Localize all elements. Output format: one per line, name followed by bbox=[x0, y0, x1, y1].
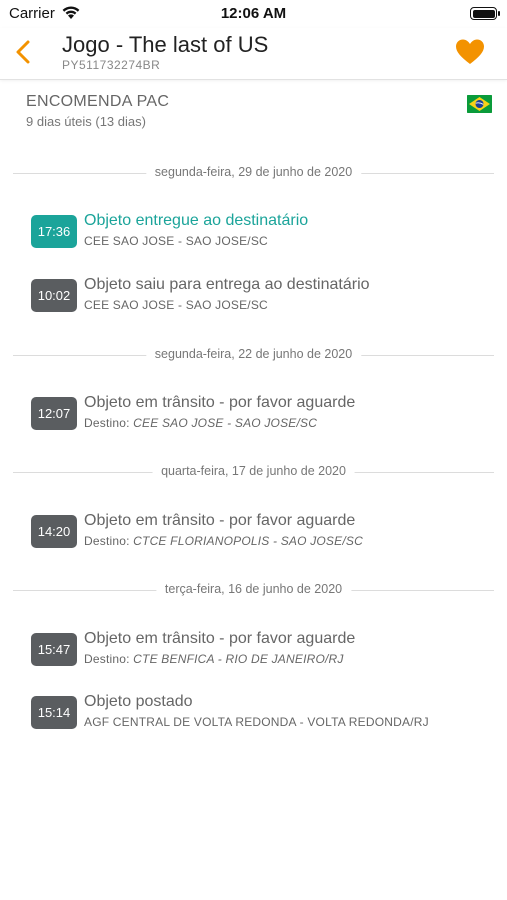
chevron-left-icon bbox=[16, 40, 30, 64]
date-label: quarta-feira, 17 de junho de 2020 bbox=[152, 464, 355, 478]
date-separator: segunda-feira, 29 de junho de 2020 bbox=[13, 165, 494, 181]
time-badge: 17:36 bbox=[31, 215, 77, 248]
date-label: segunda-feira, 29 de junho de 2020 bbox=[145, 165, 362, 179]
event-subtitle: Destino: CEE SAO JOSE - SAO JOSE/SC bbox=[84, 416, 317, 430]
event-subtitle: CEE SAO JOSE - SAO JOSE/SC bbox=[84, 234, 268, 248]
tracking-event[interactable]: 15:47 Objeto em trânsito - por favor agua… bbox=[31, 630, 496, 667]
event-subtitle: CEE SAO JOSE - SAO JOSE/SC bbox=[84, 298, 268, 312]
destination-label: Destino: bbox=[84, 416, 130, 430]
destination-label: Destino: bbox=[84, 652, 130, 666]
tracking-event[interactable]: 14:20 Objeto em trânsito - por favor agua… bbox=[31, 512, 496, 549]
heart-icon bbox=[456, 39, 484, 64]
event-title: Objeto em trânsito - por favor aguarde bbox=[84, 394, 356, 411]
time-badge: 10:02 bbox=[31, 279, 77, 312]
delivery-deadline: 9 dias úteis (13 dias) bbox=[26, 114, 146, 129]
date-separator: quarta-feira, 17 de junho de 2020 bbox=[13, 464, 494, 480]
time-badge: 15:14 bbox=[31, 696, 77, 729]
time-badge: 12:07 bbox=[31, 397, 77, 430]
tracking-event[interactable]: 12:07 Objeto em trânsito - por favor agua… bbox=[31, 394, 496, 431]
event-location: AGF CENTRAL DE VOLTA REDONDA - VOLTA RED… bbox=[84, 715, 429, 729]
event-title: Objeto entregue ao destinatário bbox=[84, 212, 309, 229]
destination-value: CTE BENFICA - RIO DE JANEIRO/RJ bbox=[133, 652, 344, 666]
status-bar: Carrier 12:06 AM bbox=[0, 0, 507, 28]
back-button[interactable] bbox=[12, 36, 38, 68]
tracking-code: PY511732274BR bbox=[62, 58, 161, 72]
event-location: CEE SAO JOSE - SAO JOSE/SC bbox=[84, 298, 268, 312]
tracking-event[interactable]: 15:14 Objeto postado AGF CENTRAL DE VOLTA … bbox=[31, 693, 496, 730]
event-title: Objeto em trânsito - por favor aguarde bbox=[84, 512, 356, 529]
event-location: CEE SAO JOSE - SAO JOSE/SC bbox=[84, 234, 268, 248]
event-subtitle: Destino: CTE BENFICA - RIO DE JANEIRO/RJ bbox=[84, 652, 344, 666]
tracking-event[interactable]: 17:36 Objeto entregue ao destinatário CEE … bbox=[31, 212, 496, 249]
tracking-event[interactable]: 10:02 Objeto saiu para entrega ao destina… bbox=[31, 276, 496, 313]
event-title: Objeto em trânsito - por favor aguarde bbox=[84, 630, 356, 647]
destination-label: Destino: bbox=[84, 534, 130, 548]
service-type: ENCOMENDA PAC bbox=[26, 93, 170, 110]
time-badge: 14:20 bbox=[31, 515, 77, 548]
event-subtitle: Destino: CTCE FLORIANOPOLIS - SAO JOSE/S… bbox=[84, 534, 363, 548]
destination-value: CEE SAO JOSE - SAO JOSE/SC bbox=[133, 416, 318, 430]
event-title: Objeto saiu para entrega ao destinatário bbox=[84, 276, 370, 293]
time-badge: 15:47 bbox=[31, 633, 77, 666]
battery-icon bbox=[470, 7, 500, 20]
date-label: terça-feira, 16 de junho de 2020 bbox=[155, 582, 352, 596]
event-title: Objeto postado bbox=[84, 693, 193, 710]
event-subtitle: AGF CENTRAL DE VOLTA REDONDA - VOLTA RED… bbox=[84, 715, 429, 729]
status-time: 12:06 AM bbox=[220, 5, 287, 22]
favorite-button[interactable] bbox=[455, 38, 485, 66]
date-separator: segunda-feira, 22 de junho de 2020 bbox=[13, 347, 494, 363]
page-title: Jogo - The last of US bbox=[62, 32, 269, 57]
date-separator: terça-feira, 16 de junho de 2020 bbox=[13, 582, 494, 598]
nav-header: Jogo - The last of US PY511732274BR bbox=[0, 28, 507, 80]
brazil-flag-icon bbox=[467, 95, 492, 113]
date-label: segunda-feira, 22 de junho de 2020 bbox=[145, 347, 362, 361]
destination-value: CTCE FLORIANOPOLIS - SAO JOSE/SC bbox=[133, 534, 363, 548]
